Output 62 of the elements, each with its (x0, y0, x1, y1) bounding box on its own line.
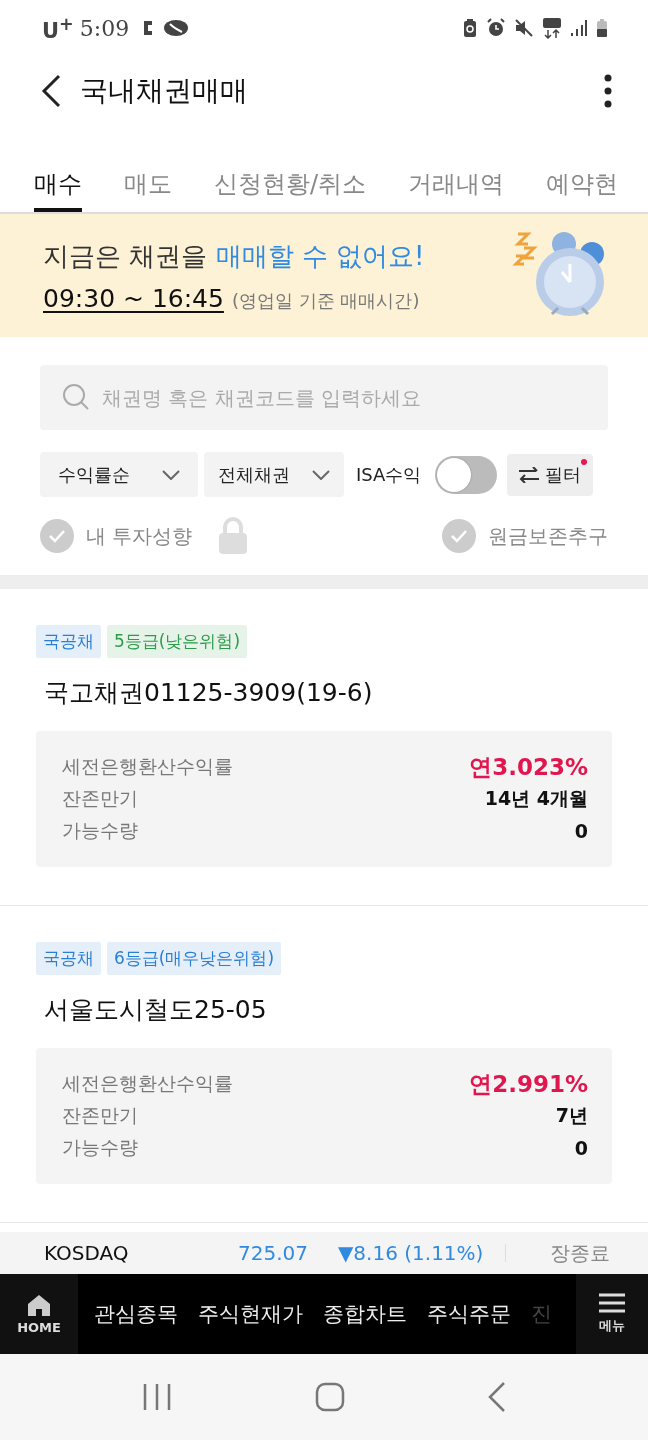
menu-icon (599, 1293, 625, 1313)
trading-hours: 09:30 ~ 16:45 (43, 283, 224, 313)
home-icon (27, 1293, 51, 1316)
home-button[interactable]: HOME (0, 1274, 78, 1354)
bond-name[interactable]: 서울도시철도25-05 (44, 993, 612, 1026)
bond-name[interactable]: 국고채권01125-3909(19-6) (44, 676, 612, 709)
detail-value: 0 (574, 1137, 588, 1159)
page-title: 국내채권매매 (80, 72, 249, 109)
detail-label: 세전은행환산수익률 (62, 1071, 233, 1096)
alarm-icon (486, 18, 506, 38)
status-time: 5:09 (79, 15, 130, 41)
bond-tag: 5등급(낮은위험) (107, 625, 248, 658)
nav-item[interactable]: 주식주문 (427, 1300, 511, 1328)
sliders-icon (519, 466, 540, 483)
hours-note: (영업일 기준 매매시간) (231, 288, 420, 313)
check-icon (40, 519, 74, 553)
check-icon (442, 519, 476, 553)
category-dropdown[interactable]: 전체채권 (204, 452, 344, 497)
market-status: 장종료 (550, 1239, 611, 1267)
tab[interactable]: 신청현황/취소 (214, 125, 367, 212)
carrier-name: U$^{+}$ (42, 13, 74, 43)
isa-toggle[interactable] (435, 455, 498, 494)
detail-value: 14년 4개월 (484, 786, 588, 811)
index-change: ▼8.16 (1.11%) (338, 1241, 484, 1265)
detail-value: 7년 (555, 1103, 588, 1128)
detail-label: 세전은행환산수익률 (62, 754, 233, 779)
detail-label: 잔존만기 (62, 1103, 138, 1128)
isa-label: ISA수익 (356, 462, 422, 487)
banner-title: 지금은 채권을 매매할 수 없어요! (43, 239, 426, 273)
filter-button[interactable]: 필터 (507, 453, 594, 496)
detail-label: 가능수량 (62, 818, 138, 843)
bond-tag: 국공채 (36, 625, 101, 658)
tab[interactable]: 매도 (124, 125, 172, 212)
nav-item[interactable]: 주식현재가 (198, 1300, 303, 1328)
option-checkbox[interactable]: 원금보존추구 (442, 519, 608, 553)
battery-saver-icon (462, 18, 478, 38)
index-name: KOSDAQ (44, 1241, 130, 1265)
search-icon (62, 383, 90, 411)
chevron-down-icon (312, 469, 330, 480)
mute-icon (514, 18, 534, 38)
yield-value: 연3.023% (469, 752, 588, 782)
nav-item[interactable]: 종합차트 (323, 1300, 407, 1328)
network-5g-icon (542, 17, 562, 39)
bond-tag: 국공채 (36, 942, 101, 975)
nav-item[interactable]: 관심종목 (94, 1300, 178, 1328)
option-checkbox[interactable]: 내 투자성향 (40, 519, 193, 553)
bond-tag: 6등급(매우낮은위험) (107, 942, 282, 975)
tab[interactable]: 예약현 (546, 125, 619, 212)
back-button[interactable] (40, 73, 62, 108)
index-value: 725.07 (238, 1241, 308, 1265)
more-button[interactable] (604, 73, 612, 108)
yield-value: 연2.991% (469, 1069, 588, 1099)
chevron-down-icon (162, 469, 180, 480)
detail-label: 잔존만기 (62, 786, 138, 811)
signal-icon (570, 19, 588, 37)
detail-label: 가능수량 (62, 1135, 138, 1160)
detail-value: 0 (574, 820, 588, 842)
search-field[interactable]: 채권명 혹은 채권코드를 입력하세요 (40, 365, 608, 430)
battery-icon (596, 18, 608, 38)
sort-dropdown[interactable]: 수익률순 (40, 452, 198, 497)
menu-button[interactable]: 메뉴 (576, 1274, 648, 1354)
tab[interactable]: 거래내역 (408, 125, 505, 212)
